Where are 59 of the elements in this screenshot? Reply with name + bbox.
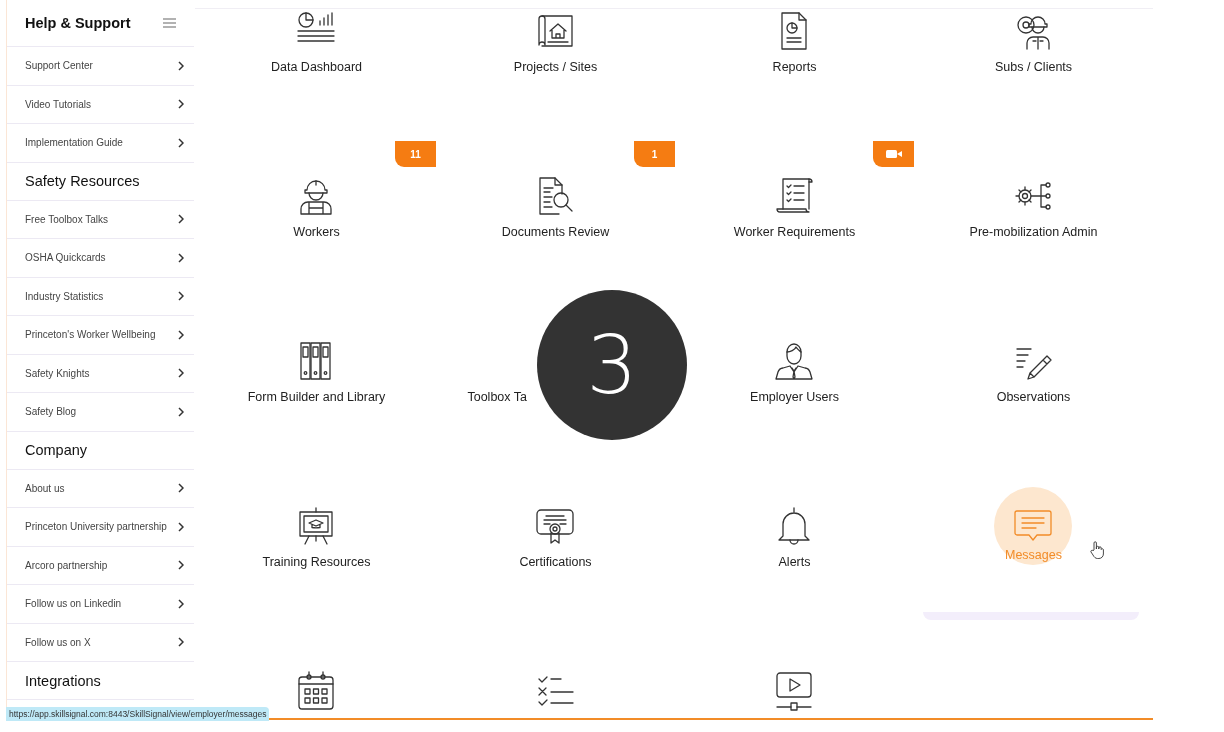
section-heading: Safety Resources <box>25 173 140 189</box>
sidebar-link[interactable]: Industry Statistics <box>7 277 194 316</box>
tile-label[interactable]: Projects / Sites <box>513 60 598 74</box>
tile-label[interactable]: Employer Users <box>750 390 839 404</box>
tile-label[interactable]: Data Dashboard <box>271 60 362 74</box>
chevron-icon <box>178 598 184 609</box>
chevron-icon <box>178 99 184 110</box>
section-heading: Integrations <box>25 672 101 689</box>
chevron-icon <box>178 137 184 148</box>
video-player-icon[interactable] <box>774 671 814 711</box>
hand-cursor-icon <box>1090 541 1104 559</box>
step-number-marker: 3 <box>537 290 687 440</box>
tile-label[interactable]: Observations <box>996 390 1071 404</box>
sidebar-link[interactable]: Safety Knights <box>7 354 194 393</box>
tile-label[interactable]: Certifications <box>519 555 592 569</box>
chevron-icon <box>178 329 184 340</box>
count-badge: 11 <box>395 141 436 167</box>
chevron-icon <box>178 406 184 417</box>
tile-label[interactable]: Toolbox Ta <box>467 390 527 404</box>
tile-label[interactable]: Documents Review <box>501 225 610 239</box>
tile-label[interactable]: Worker Requirements <box>733 225 856 239</box>
businessman-icon[interactable] <box>774 341 814 381</box>
sidebar-link[interactable]: Implementation Guide <box>7 124 194 163</box>
section-heading: Help & Support <box>25 15 131 31</box>
section-heading: Company <box>25 442 88 458</box>
tile-label[interactable]: Training Resources <box>262 555 371 569</box>
chevron-icon <box>178 214 184 225</box>
status-url: https://app.skillsignal.com:8443/SkillSignal/view/employer/messages <box>6 707 270 721</box>
sidebar-link[interactable]: Follow us on X <box>7 623 194 662</box>
certificate-icon[interactable] <box>535 506 575 546</box>
sidebar-link[interactable]: Follow us on Linkedin <box>7 585 194 624</box>
sidebar-link[interactable]: Free Toolbox Talks <box>7 200 194 239</box>
sidebar-link[interactable]: Princeton University partnership <box>7 508 194 547</box>
tile-label[interactable]: Pre-mobilization Admin <box>969 225 1098 239</box>
sidebar-link[interactable]: OSHA Quickcards <box>7 239 194 278</box>
tile-label[interactable]: Form Builder and Library <box>247 390 386 404</box>
chevron-icon <box>178 60 184 71</box>
checklist-scroll-icon[interactable] <box>774 176 814 216</box>
video-badge <box>873 141 914 167</box>
chevron-icon <box>178 291 184 302</box>
sidebar-link[interactable]: Arcoro partnership <box>7 546 194 585</box>
sidebar-link[interactable]: Safety Blog <box>7 393 194 432</box>
count-badge: 1 <box>634 141 675 167</box>
calendar-icon[interactable] <box>296 671 336 711</box>
chevron-icon <box>178 252 184 263</box>
chevron-icon <box>178 483 184 494</box>
chevron-icon <box>178 637 184 648</box>
tile-label[interactable]: Workers <box>293 225 340 239</box>
chevron-icon <box>178 560 184 571</box>
tile-label[interactable]: Subs / Clients <box>994 60 1073 74</box>
sidebar-link[interactable]: About us <box>7 469 194 508</box>
tile-label[interactable]: Reports <box>772 60 817 74</box>
easel-icon[interactable] <box>296 506 336 546</box>
sidebar-link[interactable]: Princeton's Worker Wellbeing <box>7 316 194 355</box>
chevron-icon <box>178 368 184 379</box>
sidebar-link[interactable]: Video Tutorials <box>7 85 194 124</box>
sidebar-link[interactable]: Support Center <box>7 47 194 86</box>
tile-label[interactable]: Alerts <box>778 555 811 569</box>
chevron-icon <box>178 521 184 532</box>
